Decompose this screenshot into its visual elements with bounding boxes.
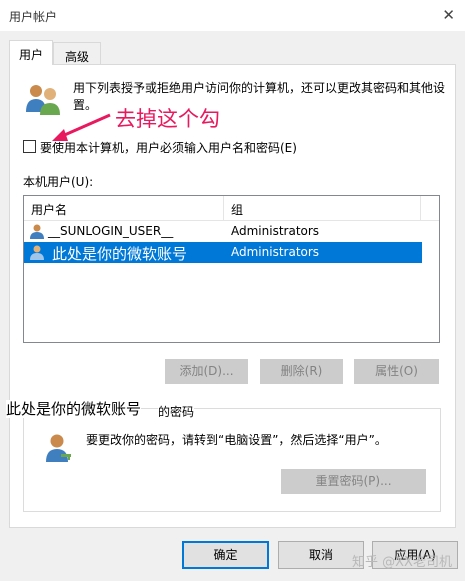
table-row-selected[interactable]: 此处是你的微软账号 Administrators	[24, 242, 422, 263]
row-group: Administrators	[231, 224, 320, 238]
ok-button[interactable]: 确定	[182, 541, 269, 569]
table-row[interactable]: __SUNLOGIN_USER__ Administrators	[24, 221, 422, 242]
password-description: 要更改你的密码，请转到“电脑设置”，然后选择“用户”。	[86, 433, 387, 447]
key-icon	[46, 434, 71, 462]
password-groupbox	[23, 408, 441, 512]
title-bar: 用户帐户 ✕	[0, 0, 465, 31]
password-section-title: 此处是你的微软账号	[6, 400, 142, 418]
window-title: 用户帐户	[9, 10, 58, 24]
password-section-suffix: 的密码	[158, 403, 195, 420]
listview-header: 用户名 组	[24, 196, 439, 221]
row-group: Administrators	[231, 245, 320, 259]
properties-button[interactable]: 属性(O)	[354, 359, 439, 384]
watermark-text: 知乎 @XX老司机	[352, 555, 452, 570]
require-login-label[interactable]: 要使用本计算机，用户必须输入用户名和密码(E)	[40, 139, 297, 156]
column-header-username[interactable]: 用户名	[31, 201, 67, 218]
row-username: __SUNLOGIN_USER__	[48, 224, 174, 238]
column-divider[interactable]	[223, 196, 224, 220]
row-username: 此处是你的微软账号	[52, 245, 188, 263]
column-divider[interactable]	[420, 196, 421, 220]
user-icon	[30, 224, 44, 239]
close-icon[interactable]: ✕	[442, 6, 455, 24]
users-listview[interactable]: 用户名 组 __SUNLOGIN_USER__ Administrators 此…	[23, 195, 440, 343]
remove-button[interactable]: 删除(R)	[260, 359, 343, 384]
tab-users[interactable]: 用户	[9, 40, 53, 65]
local-users-label: 本机用户(U):	[23, 175, 94, 189]
annotation-text: 去掉这个勾	[115, 107, 220, 131]
require-login-checkbox[interactable]	[23, 140, 36, 153]
column-header-group[interactable]: 组	[231, 201, 243, 218]
add-button[interactable]: 添加(D)...	[165, 359, 248, 384]
reset-password-button[interactable]: 重置密码(P)...	[281, 469, 426, 494]
tab-advanced[interactable]: 高级	[53, 42, 101, 65]
user-icon	[30, 245, 44, 260]
